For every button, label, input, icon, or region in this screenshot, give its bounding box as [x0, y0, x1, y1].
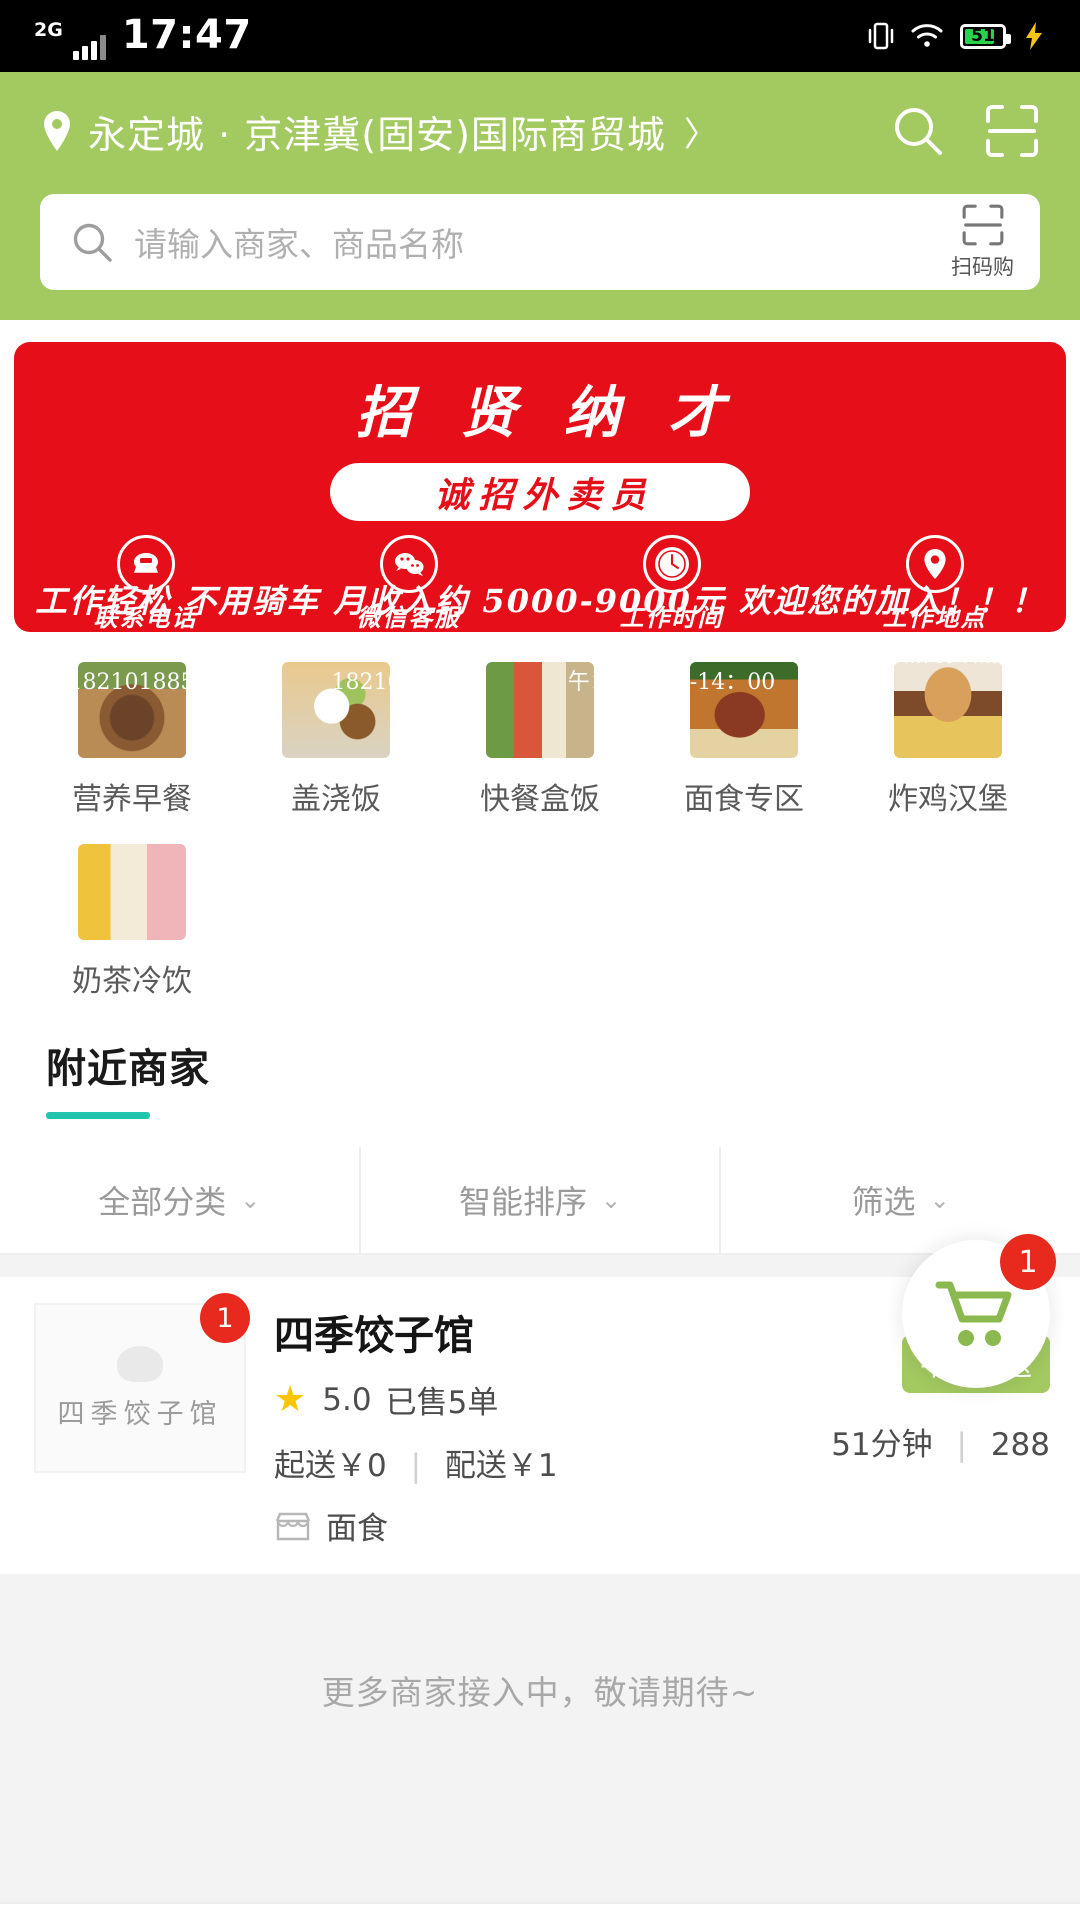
- star-icon: ★: [274, 1379, 307, 1420]
- network-type-label: 2G: [34, 19, 63, 41]
- category-item[interactable]: 奶茶冷饮: [30, 844, 234, 1000]
- search-input[interactable]: 请输入商家、商品名称: [134, 218, 951, 266]
- location-pin-icon: [44, 111, 70, 151]
- bottom-tab-bar: 外卖 商家 订单 我的: [0, 1902, 1080, 1920]
- clock-label: 17:47: [121, 12, 252, 58]
- scan-icon: [962, 204, 1003, 246]
- status-right: 51: [868, 20, 1046, 52]
- category-label: 营养早餐: [72, 782, 192, 817]
- app-screen: 2G 17:47 51 永定城 · 京津冀(固安)国际商贸城 〉 请输入商家、商…: [0, 0, 1080, 1920]
- delivery-fee-label: 配送￥1: [444, 1448, 558, 1484]
- charging-bolt-icon: [1026, 22, 1042, 50]
- banner-value-wechat: 18401775533 18210188520: [331, 642, 486, 695]
- category-thumbnail: [78, 844, 186, 940]
- category-label: 面食专区: [684, 782, 804, 817]
- filter-bar: 全部分类 ⌄ 智能排序 ⌄ 筛选 ⌄: [0, 1147, 1080, 1255]
- sold-count: 已售5单: [385, 1385, 499, 1421]
- filter-label: 全部分类: [98, 1183, 227, 1221]
- chevron-down-icon: ⌄: [240, 1186, 261, 1214]
- wifi-icon: [911, 24, 943, 47]
- rating-value: 5.0: [322, 1381, 372, 1418]
- cart-badge: 1: [1000, 1234, 1056, 1290]
- merchant-category-label: 面食: [326, 1511, 388, 1547]
- merchant-category-row: 面食: [274, 1503, 1050, 1548]
- merchant-logo-text: 四季饺子馆: [57, 1398, 223, 1430]
- nearby-section-header: 附近商家: [0, 1026, 1080, 1119]
- filter-all-categories[interactable]: 全部分类 ⌄: [0, 1147, 359, 1253]
- filter-label: 智能排序: [458, 1183, 587, 1221]
- location-label: 永定城 · 京津冀(固安)国际商贸城: [88, 112, 666, 157]
- empty-state-label: 更多商家接入中，敬请期待~: [321, 1673, 759, 1712]
- fee-separator: |: [410, 1448, 422, 1484]
- banner-value-hours: 早：6：30-8：30 午：11：00-14：00: [567, 642, 776, 695]
- status-bar: 2G 17:47 51: [0, 0, 1080, 72]
- tab-merchants[interactable]: 商家: [270, 1904, 540, 1920]
- battery-level-label: 51: [971, 26, 995, 46]
- header-actions: [890, 103, 1040, 159]
- category-label: 盖浇饭: [291, 782, 381, 817]
- banner-value-phone: 18401775533 18210188520: [68, 642, 223, 695]
- status-left: 2G 17:47: [34, 12, 252, 60]
- cart-fab[interactable]: 1: [902, 1234, 1056, 1388]
- recruitment-banner[interactable]: 招贤纳才 诚招外卖员 联系电话 18401775533 18210188520: [14, 342, 1066, 695]
- banner-subtitle: 诚招外卖员: [330, 463, 750, 521]
- scan-purchase-button[interactable]: 扫码购: [951, 203, 1014, 281]
- chevron-down-icon: ⌄: [929, 1186, 950, 1214]
- scan-purchase-label: 扫码购: [951, 255, 1014, 279]
- search-bar[interactable]: 请输入商家、商品名称 扫码购: [40, 194, 1040, 290]
- chevron-right-icon: 〉: [683, 114, 718, 155]
- banner-footer: 工作轻松 不用骑车 月收入约 5000-9000元 欢迎您的加入！！！: [35, 582, 1045, 620]
- empty-state: 更多商家接入中，敬请期待~: [0, 1574, 1080, 1806]
- tab-orders[interactable]: 订单: [540, 1904, 810, 1920]
- vibrate-icon: [868, 22, 894, 50]
- search-icon[interactable]: [890, 103, 946, 159]
- filter-smart-sort[interactable]: 智能排序 ⌄: [358, 1147, 720, 1253]
- min-order-label: 起送￥0: [274, 1448, 387, 1484]
- battery-icon: 51: [960, 23, 1011, 49]
- dumpling-logo-icon: [117, 1345, 163, 1382]
- signal-bars-icon: [72, 34, 106, 60]
- rank-badge: 1: [200, 1293, 250, 1343]
- list-filler: [0, 1806, 1080, 1902]
- category-label: 炸鸡汉堡: [888, 782, 1008, 817]
- tab-takeout[interactable]: 外卖: [0, 1904, 270, 1920]
- merchant-name: 四季饺子馆: [274, 1313, 474, 1359]
- location-row[interactable]: 永定城 · 京津冀(固安)国际商贸城 〉: [40, 94, 1040, 168]
- section-title: 附近商家: [46, 1046, 210, 1092]
- search-icon: [73, 223, 112, 262]
- merchant-eta-distance: 51分钟 | 288: [831, 1419, 1050, 1464]
- tab-profile[interactable]: 我的: [810, 1904, 1080, 1920]
- banner-value-location: 永定城商贸城内: [853, 641, 1015, 667]
- app-header: 永定城 · 京津冀(固安)国际商贸城 〉 请输入商家、商品名称 扫码购: [0, 72, 1080, 320]
- category-label: 奶茶冷饮: [72, 964, 192, 999]
- eta-separator: |: [956, 1427, 967, 1463]
- category-label: 快餐盒饭: [480, 782, 600, 817]
- shopping-cart-icon: [935, 1281, 1012, 1346]
- shop-icon: [275, 1512, 311, 1540]
- chevron-down-icon: ⌄: [600, 1186, 622, 1214]
- banner-title: 招贤纳才: [356, 380, 772, 446]
- scan-icon[interactable]: [984, 103, 1040, 159]
- distance-label: 288: [990, 1427, 1050, 1463]
- section-underline: [46, 1112, 150, 1119]
- eta-label: 51分钟: [831, 1427, 933, 1463]
- filter-label: 筛选: [851, 1183, 916, 1221]
